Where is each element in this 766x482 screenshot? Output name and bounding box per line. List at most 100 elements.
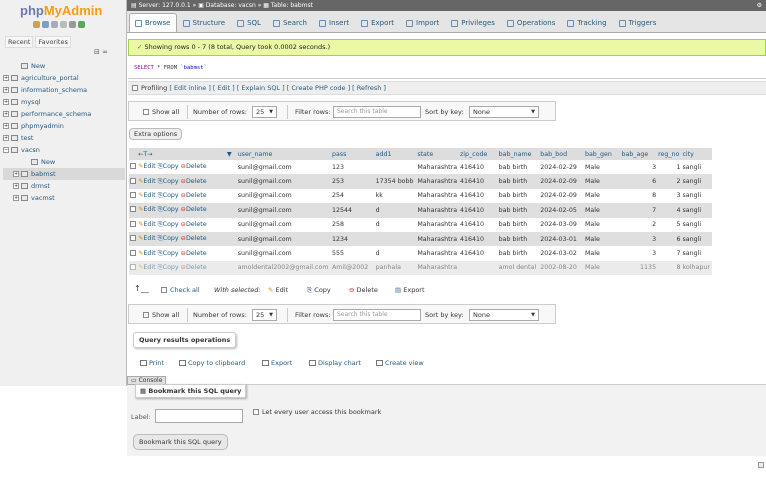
column-header-bab-age[interactable]: bab_age — [620, 148, 658, 160]
row-checkbox[interactable] — [130, 220, 136, 227]
column-header-reg-no[interactable]: reg_no — [657, 148, 682, 160]
column-header-city[interactable]: city — [681, 148, 712, 160]
expand-icon[interactable]: + — [3, 135, 9, 141]
cell-city[interactable]: sangli — [681, 246, 712, 261]
home-icon[interactable] — [33, 21, 40, 28]
cell-zip-code[interactable]: 416410 — [458, 188, 498, 204]
reload-icon[interactable] — [78, 21, 85, 28]
bulk-copy-button[interactable]: ⎘ Copy — [307, 286, 331, 295]
tab-triggers[interactable]: Triggers — [613, 13, 663, 32]
logout-icon[interactable] — [42, 21, 49, 28]
row-edit-button[interactable]: ✎Edit — [138, 163, 155, 170]
copy-clipboard-link[interactable]: Copy to clipboard — [179, 359, 245, 367]
settings-icon[interactable] — [69, 21, 76, 28]
cell-bab-age[interactable]: 3 — [620, 231, 658, 247]
cell-city[interactable]: sangli — [681, 203, 712, 218]
tree-item-new[interactable]: New — [3, 60, 125, 72]
cell-bab-name[interactable]: bab birth — [497, 246, 540, 261]
row-copy-button[interactable]: ⎘Copy — [158, 250, 179, 257]
cell-bab-age[interactable]: 8 — [620, 188, 658, 204]
cell-user-name[interactable]: sunil@gmail.com — [236, 231, 331, 247]
cell-pass[interactable]: 555 — [330, 246, 375, 261]
display-chart-link[interactable]: Display chart — [309, 359, 361, 367]
cell-bab-gen[interactable]: Male — [583, 217, 621, 232]
bookmark-query-button[interactable]: Bookmark this SQL query — [133, 434, 228, 450]
cell-state[interactable]: Maharashtra — [416, 217, 459, 232]
breadcrumb-server[interactable]: Server: 127.0.0.1 — [139, 2, 191, 9]
cell-bab-gen[interactable]: Male — [583, 231, 621, 247]
tab-privileges[interactable]: Privileges — [445, 13, 501, 32]
show-all-checkbox[interactable] — [143, 109, 149, 115]
cell-zip-code[interactable]: 416410 — [458, 231, 498, 247]
tree-item-vacsn[interactable]: − vacsn — [3, 144, 125, 156]
cell-reg-no[interactable]: 4 — [657, 203, 682, 218]
cell-add1[interactable]: d — [374, 217, 417, 232]
cell-zip-code[interactable]: 416410 — [458, 174, 498, 189]
cell-reg-no[interactable]: 7 — [657, 246, 682, 261]
tab-export[interactable]: Export — [355, 13, 400, 32]
cell-bab-bod[interactable]: 2024-03-01 — [539, 231, 584, 247]
row-copy-button[interactable]: ⎘Copy — [158, 178, 179, 185]
show-all-bottom[interactable]: Show all — [143, 311, 179, 319]
create-view-link[interactable]: Create view — [376, 359, 424, 367]
tree-item-performance-schema[interactable]: + performance_schema — [3, 108, 125, 120]
cell-user-name[interactable]: sunil@gmail.com — [236, 188, 331, 204]
row-copy-button[interactable]: ⎘Copy — [158, 221, 179, 228]
bookmark-label-input[interactable] — [155, 409, 243, 423]
cell-bab-bod[interactable]: 2024-02-29 — [539, 160, 584, 175]
expand-icon[interactable]: + — [3, 99, 9, 105]
row-checkbox[interactable] — [130, 263, 136, 270]
cell-state[interactable]: Maharashtra — [416, 231, 459, 247]
row-edit-button[interactable]: ✎Edit — [138, 221, 155, 228]
breadcrumb-database[interactable]: Database: vacsn — [206, 2, 256, 9]
favorites-tab[interactable]: Favorites — [35, 36, 71, 48]
tree-item-agriculture-portal[interactable]: + agriculture_portal — [3, 72, 125, 84]
cell-bab-name[interactable]: bab birth — [497, 188, 540, 204]
every-user-option[interactable]: Let every user access this bookmark — [253, 408, 381, 416]
expand-icon[interactable]: + — [3, 75, 9, 81]
cell-bab-name[interactable]: amol dental — [497, 260, 540, 276]
column-header-zip-code[interactable]: zip_code — [458, 148, 498, 160]
row-checkbox[interactable] — [130, 191, 136, 198]
cell-pass[interactable]: 1234 — [330, 231, 375, 247]
cell-state[interactable]: Maharashtra — [416, 203, 459, 218]
cell-city[interactable]: sangli — [681, 217, 712, 232]
tab-tracking[interactable]: Tracking — [561, 13, 612, 32]
gear-icon[interactable]: ⚙ — [757, 0, 762, 11]
cell-reg-no[interactable]: 3 — [657, 188, 682, 204]
row-checkbox[interactable] — [130, 206, 136, 213]
cell-add1[interactable]: panhala — [374, 260, 417, 276]
bulk-export-button[interactable]: ▤ Export — [395, 286, 425, 294]
row-copy-button[interactable]: ⎘Copy — [158, 192, 179, 199]
cell-city[interactable]: sangli — [681, 231, 712, 247]
cell-bab-bod[interactable]: 2024-02-09 — [539, 174, 584, 189]
column-header-add1[interactable]: add1 — [374, 148, 417, 160]
breadcrumb-table[interactable]: Table: babmst — [271, 2, 313, 9]
column-header-bab-bod[interactable]: bab_bod — [539, 148, 584, 160]
cell-bab-name[interactable]: bab birth — [497, 160, 540, 175]
cell-bab-name[interactable]: bab birth — [497, 231, 540, 247]
column-header-bab-name[interactable]: bab_name — [497, 148, 540, 160]
tree-item-test[interactable]: + test — [3, 132, 125, 144]
print-link[interactable]: Print — [140, 359, 164, 367]
cell-state[interactable]: Maharashtra — [416, 188, 459, 204]
cell-bab-bod[interactable]: 2002-08-20 — [539, 260, 584, 276]
tree-item-mysql[interactable]: + mysql — [3, 96, 125, 108]
tab-operations[interactable]: Operations — [501, 13, 561, 32]
cell-state[interactable]: Maharashtra — [416, 160, 459, 175]
row-copy-button[interactable]: ⎘Copy — [158, 206, 179, 213]
extra-options-button[interactable]: Extra options — [129, 128, 183, 140]
cell-user-name[interactable]: amoldental2002@gmail.com — [236, 260, 331, 276]
check-all-label[interactable]: Check all — [170, 286, 200, 294]
cell-pass[interactable]: 253 — [330, 174, 375, 189]
every-user-checkbox[interactable] — [253, 409, 259, 415]
expand-icon[interactable]: + — [3, 87, 9, 93]
cell-bab-gen[interactable]: Male — [583, 160, 621, 175]
cell-add1[interactable]: d — [374, 203, 417, 218]
cell-reg-no[interactable]: 1 — [657, 160, 682, 175]
row-edit-button[interactable]: ✎Edit — [138, 178, 155, 185]
cell-bab-age[interactable]: 7 — [620, 203, 658, 218]
cell-zip-code[interactable]: 416410 — [458, 217, 498, 232]
filter-rows-input[interactable]: Search this table — [333, 309, 421, 321]
tree-item-vacmst[interactable]: + vacmst — [3, 192, 125, 204]
